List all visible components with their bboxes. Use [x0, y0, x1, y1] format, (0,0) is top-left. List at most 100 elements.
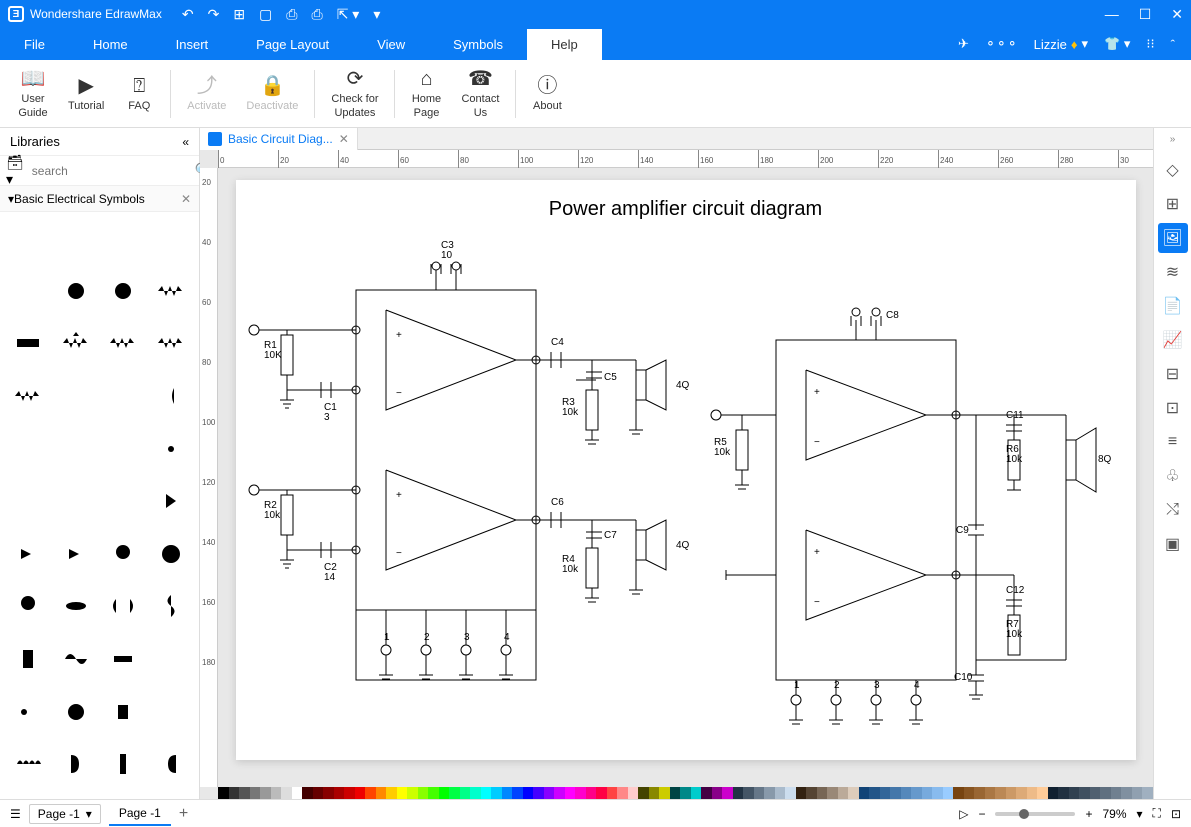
color-swatch[interactable] — [712, 787, 723, 799]
menu-view[interactable]: View — [353, 29, 429, 60]
symbol-node[interactable] — [100, 427, 148, 471]
library-category-header[interactable]: ▾ Basic Electrical Symbols ✕ — [0, 186, 199, 212]
color-swatch[interactable] — [313, 787, 324, 799]
symbol-dot[interactable] — [147, 427, 195, 471]
color-swatch[interactable] — [995, 787, 1006, 799]
color-swatch[interactable] — [785, 787, 796, 799]
menu-help[interactable]: Help — [527, 29, 602, 60]
color-swatch[interactable] — [397, 787, 408, 799]
undo-icon[interactable]: ↶ — [182, 6, 194, 23]
symbol-crystal[interactable] — [4, 637, 52, 681]
color-swatch[interactable] — [460, 787, 471, 799]
color-swatch[interactable] — [533, 787, 544, 799]
color-swatch[interactable] — [901, 787, 912, 799]
color-swatch[interactable] — [1069, 787, 1080, 799]
color-swatch[interactable] — [869, 787, 880, 799]
color-swatch[interactable] — [260, 787, 271, 799]
page-canvas[interactable]: Power amplifier circuit diagram C3 10 — [236, 180, 1136, 760]
color-swatch[interactable] — [1016, 787, 1027, 799]
color-swatch[interactable] — [1111, 787, 1122, 799]
color-swatch[interactable] — [1027, 787, 1038, 799]
symbol-cap3[interactable] — [4, 427, 52, 471]
color-swatch[interactable] — [722, 787, 733, 799]
play-icon[interactable]: ▷ — [959, 807, 968, 821]
symbol-terminal[interactable] — [4, 479, 52, 523]
collapse-left-icon[interactable]: « — [182, 135, 189, 149]
color-swatch[interactable] — [890, 787, 901, 799]
color-swatch[interactable] — [439, 787, 450, 799]
more-icon[interactable]: ▾ — [373, 6, 380, 23]
collapse-right-icon[interactable]: » — [1170, 134, 1176, 145]
color-swatch[interactable] — [764, 787, 775, 799]
menu-insert[interactable]: Insert — [152, 29, 233, 60]
zoom-slider[interactable] — [995, 812, 1075, 816]
symbol-junction[interactable] — [147, 216, 195, 260]
symbol-z[interactable]: Z — [52, 690, 100, 734]
color-swatch[interactable] — [218, 787, 229, 799]
color-swatch[interactable] — [250, 787, 261, 799]
color-swatch[interactable] — [365, 787, 376, 799]
symbol-antenna2[interactable] — [100, 479, 148, 523]
color-swatch[interactable] — [670, 787, 681, 799]
home-page-button[interactable]: ⌂Home Page — [401, 63, 451, 123]
symbol-transformer[interactable] — [147, 742, 195, 786]
symbol-resistor3[interactable] — [4, 374, 52, 418]
color-swatch[interactable] — [985, 787, 996, 799]
color-swatch[interactable] — [523, 787, 534, 799]
faq-button[interactable]: ⍰FAQ — [114, 70, 164, 117]
color-swatch[interactable] — [953, 787, 964, 799]
symbol-chassis[interactable] — [100, 216, 148, 260]
chart-icon[interactable]: 📈 — [1158, 325, 1188, 355]
symbol-resistor-zig[interactable] — [147, 269, 195, 313]
color-swatch[interactable] — [1006, 787, 1017, 799]
chevron-down-icon[interactable]: ▾ — [1137, 807, 1143, 821]
image-icon[interactable]: 🖼 — [1158, 223, 1188, 253]
symbol-fuse[interactable] — [52, 584, 100, 628]
maximize-button[interactable]: ☐ — [1139, 6, 1152, 23]
symbol-coil[interactable] — [100, 742, 148, 786]
color-swatch[interactable] — [1121, 787, 1132, 799]
color-swatch[interactable] — [943, 787, 954, 799]
table-icon[interactable]: ⊟ — [1158, 359, 1188, 389]
fullscreen-icon[interactable]: ⊡ — [1171, 807, 1181, 821]
about-button[interactable]: ⓘAbout — [522, 70, 572, 117]
symbol-capacitor-polar[interactable] — [4, 269, 52, 313]
color-swatch[interactable] — [418, 787, 429, 799]
document-tab[interactable]: Basic Circuit Diag... ✕ — [200, 128, 358, 150]
color-swatch[interactable] — [281, 787, 292, 799]
fill-icon[interactable]: ◇ — [1158, 155, 1188, 185]
symbol-inductor[interactable] — [4, 742, 52, 786]
symbol-lamp[interactable] — [100, 532, 148, 576]
color-swatch[interactable] — [1100, 787, 1111, 799]
color-swatch[interactable] — [502, 787, 513, 799]
page-icon[interactable]: 📄 — [1158, 291, 1188, 321]
color-swatch[interactable] — [733, 787, 744, 799]
page-list-icon[interactable]: ☰ — [10, 807, 21, 821]
color-swatch[interactable] — [271, 787, 282, 799]
symbol-source-circle2[interactable] — [100, 269, 148, 313]
color-swatch[interactable] — [743, 787, 754, 799]
save-icon[interactable]: ⎙ — [286, 6, 297, 23]
color-swatch[interactable] — [229, 787, 240, 799]
close-category-icon[interactable]: ✕ — [181, 192, 191, 206]
color-swatch[interactable] — [481, 787, 492, 799]
add-page-icon[interactable]: + — [179, 805, 188, 823]
canvas-scroll[interactable]: Power amplifier circuit diagram C3 10 — [218, 168, 1153, 787]
export-icon[interactable]: ⇱ ▾ — [337, 6, 360, 23]
tree-icon[interactable]: ♧ — [1158, 461, 1188, 491]
color-swatch[interactable] — [1037, 787, 1048, 799]
color-swatch[interactable] — [932, 787, 943, 799]
color-swatch[interactable] — [1142, 787, 1153, 799]
contact-us-button[interactable]: ☎Contact Us — [451, 63, 509, 123]
color-swatch[interactable] — [355, 787, 366, 799]
redo-icon[interactable]: ↷ — [208, 6, 220, 23]
color-swatch[interactable] — [586, 787, 597, 799]
symbol-conn[interactable] — [147, 637, 195, 681]
color-swatch[interactable] — [659, 787, 670, 799]
color-swatch[interactable] — [1132, 787, 1143, 799]
library-icon[interactable]: 🗃 ▾ — [6, 154, 24, 188]
symbol-thermistor[interactable] — [52, 374, 100, 418]
color-swatch[interactable] — [407, 787, 418, 799]
color-swatch[interactable] — [386, 787, 397, 799]
zoom-level[interactable]: 79% — [1102, 807, 1126, 821]
